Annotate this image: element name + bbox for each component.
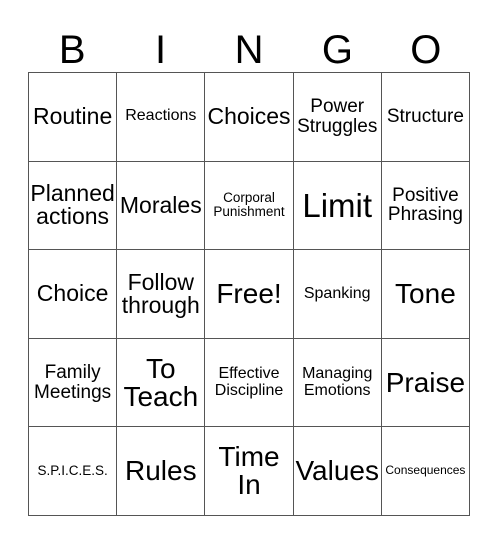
bingo-cell[interactable]: Positive Phrasing	[381, 161, 471, 251]
bingo-cell-label: Rules	[125, 455, 197, 487]
bingo-cell[interactable]: Follow through	[117, 250, 206, 339]
bingo-cell-label: Limit	[302, 186, 373, 224]
bingo-cell-label: Time In	[218, 441, 280, 501]
bingo-cell-label: Values	[295, 455, 379, 487]
bingo-cell-label: S.P.I.C.E.S.	[37, 462, 108, 478]
bingo-cell[interactable]: Morales	[117, 161, 206, 251]
bingo-cell[interactable]: Consequences	[381, 427, 471, 516]
bingo-cell[interactable]: Choice	[29, 250, 118, 339]
bingo-cell-label: Corporal Punishment	[213, 189, 285, 220]
bingo-cell-label: Managing Emotions	[302, 364, 373, 399]
bingo-cell[interactable]: Effective Discipline	[205, 338, 294, 428]
bingo-cell-label: Choices	[207, 103, 291, 130]
bingo-row: Routine Reactions Choices Power Struggle…	[29, 73, 471, 162]
bingo-cell-label: Consequences	[385, 463, 466, 478]
header-letter-b: B	[58, 28, 86, 72]
bingo-cell[interactable]: Rules	[117, 427, 206, 516]
bingo-card: B I N G O Routine Reactions Choices Powe…	[0, 0, 500, 544]
bingo-cell-label: Planned actions	[30, 179, 115, 230]
bingo-row: Choice Follow through Free! Spanking Ton…	[29, 250, 471, 339]
header-letter-n: N	[234, 28, 264, 72]
bingo-cell[interactable]: Managing Emotions	[293, 338, 382, 428]
bingo-header-row: B I N G O	[28, 18, 470, 72]
bingo-cell-label: Reactions	[125, 107, 197, 125]
bingo-cell[interactable]: Structure	[381, 73, 471, 162]
bingo-cell[interactable]: Choices	[205, 73, 294, 162]
bingo-cell-label: Routine	[32, 103, 113, 130]
bingo-cell-label: Tone	[395, 277, 456, 309]
bingo-cell-label: Choice	[36, 280, 109, 307]
bingo-cell-label: Spanking	[303, 284, 371, 302]
header-letter-o: O	[410, 28, 442, 72]
bingo-row: Planned actions Morales Corporal Punishm…	[29, 161, 471, 251]
bingo-cell[interactable]: Family Meetings	[29, 338, 118, 428]
bingo-cell-label: Effective Discipline	[214, 364, 284, 399]
header-letter-g: G	[321, 28, 353, 72]
bingo-cell-label: Power Struggles	[297, 96, 378, 137]
bingo-cell[interactable]: Power Struggles	[293, 73, 382, 162]
bingo-cell[interactable]: Routine	[29, 73, 118, 162]
bingo-cell[interactable]: Values	[293, 427, 382, 516]
bingo-cell[interactable]: Corporal Punishment	[205, 161, 294, 251]
bingo-cell[interactable]: Tone	[381, 250, 471, 339]
bingo-row: Family Meetings To Teach Effective Disci…	[29, 338, 471, 428]
bingo-cell[interactable]: Praise	[381, 338, 471, 428]
bingo-cell[interactable]: Planned actions	[29, 161, 118, 251]
bingo-cell-label: To Teach	[123, 352, 199, 412]
bingo-grid: Routine Reactions Choices Power Struggle…	[28, 72, 471, 516]
bingo-cell[interactable]: Limit	[293, 161, 382, 251]
bingo-cell-label: Follow through	[121, 268, 200, 318]
bingo-cell-label: Family Meetings	[34, 361, 112, 403]
bingo-cell-label: Morales	[119, 191, 202, 218]
bingo-free-space-label: Free!	[216, 277, 282, 309]
bingo-cell[interactable]: S.P.I.C.E.S.	[29, 427, 118, 516]
bingo-cell-label: Positive Phrasing	[387, 184, 463, 226]
bingo-cell-label: Praise	[385, 366, 466, 398]
bingo-cell[interactable]: To Teach	[117, 338, 206, 428]
bingo-cell[interactable]: Spanking	[293, 250, 382, 339]
bingo-cell-label: Structure	[386, 105, 464, 127]
bingo-row: S.P.I.C.E.S. Rules Time In Values Conseq…	[29, 427, 471, 516]
bingo-free-space[interactable]: Free!	[205, 250, 294, 339]
bingo-cell[interactable]: Reactions	[117, 73, 206, 162]
bingo-cell[interactable]: Time In	[205, 427, 294, 516]
header-letter-i: I	[155, 28, 167, 72]
